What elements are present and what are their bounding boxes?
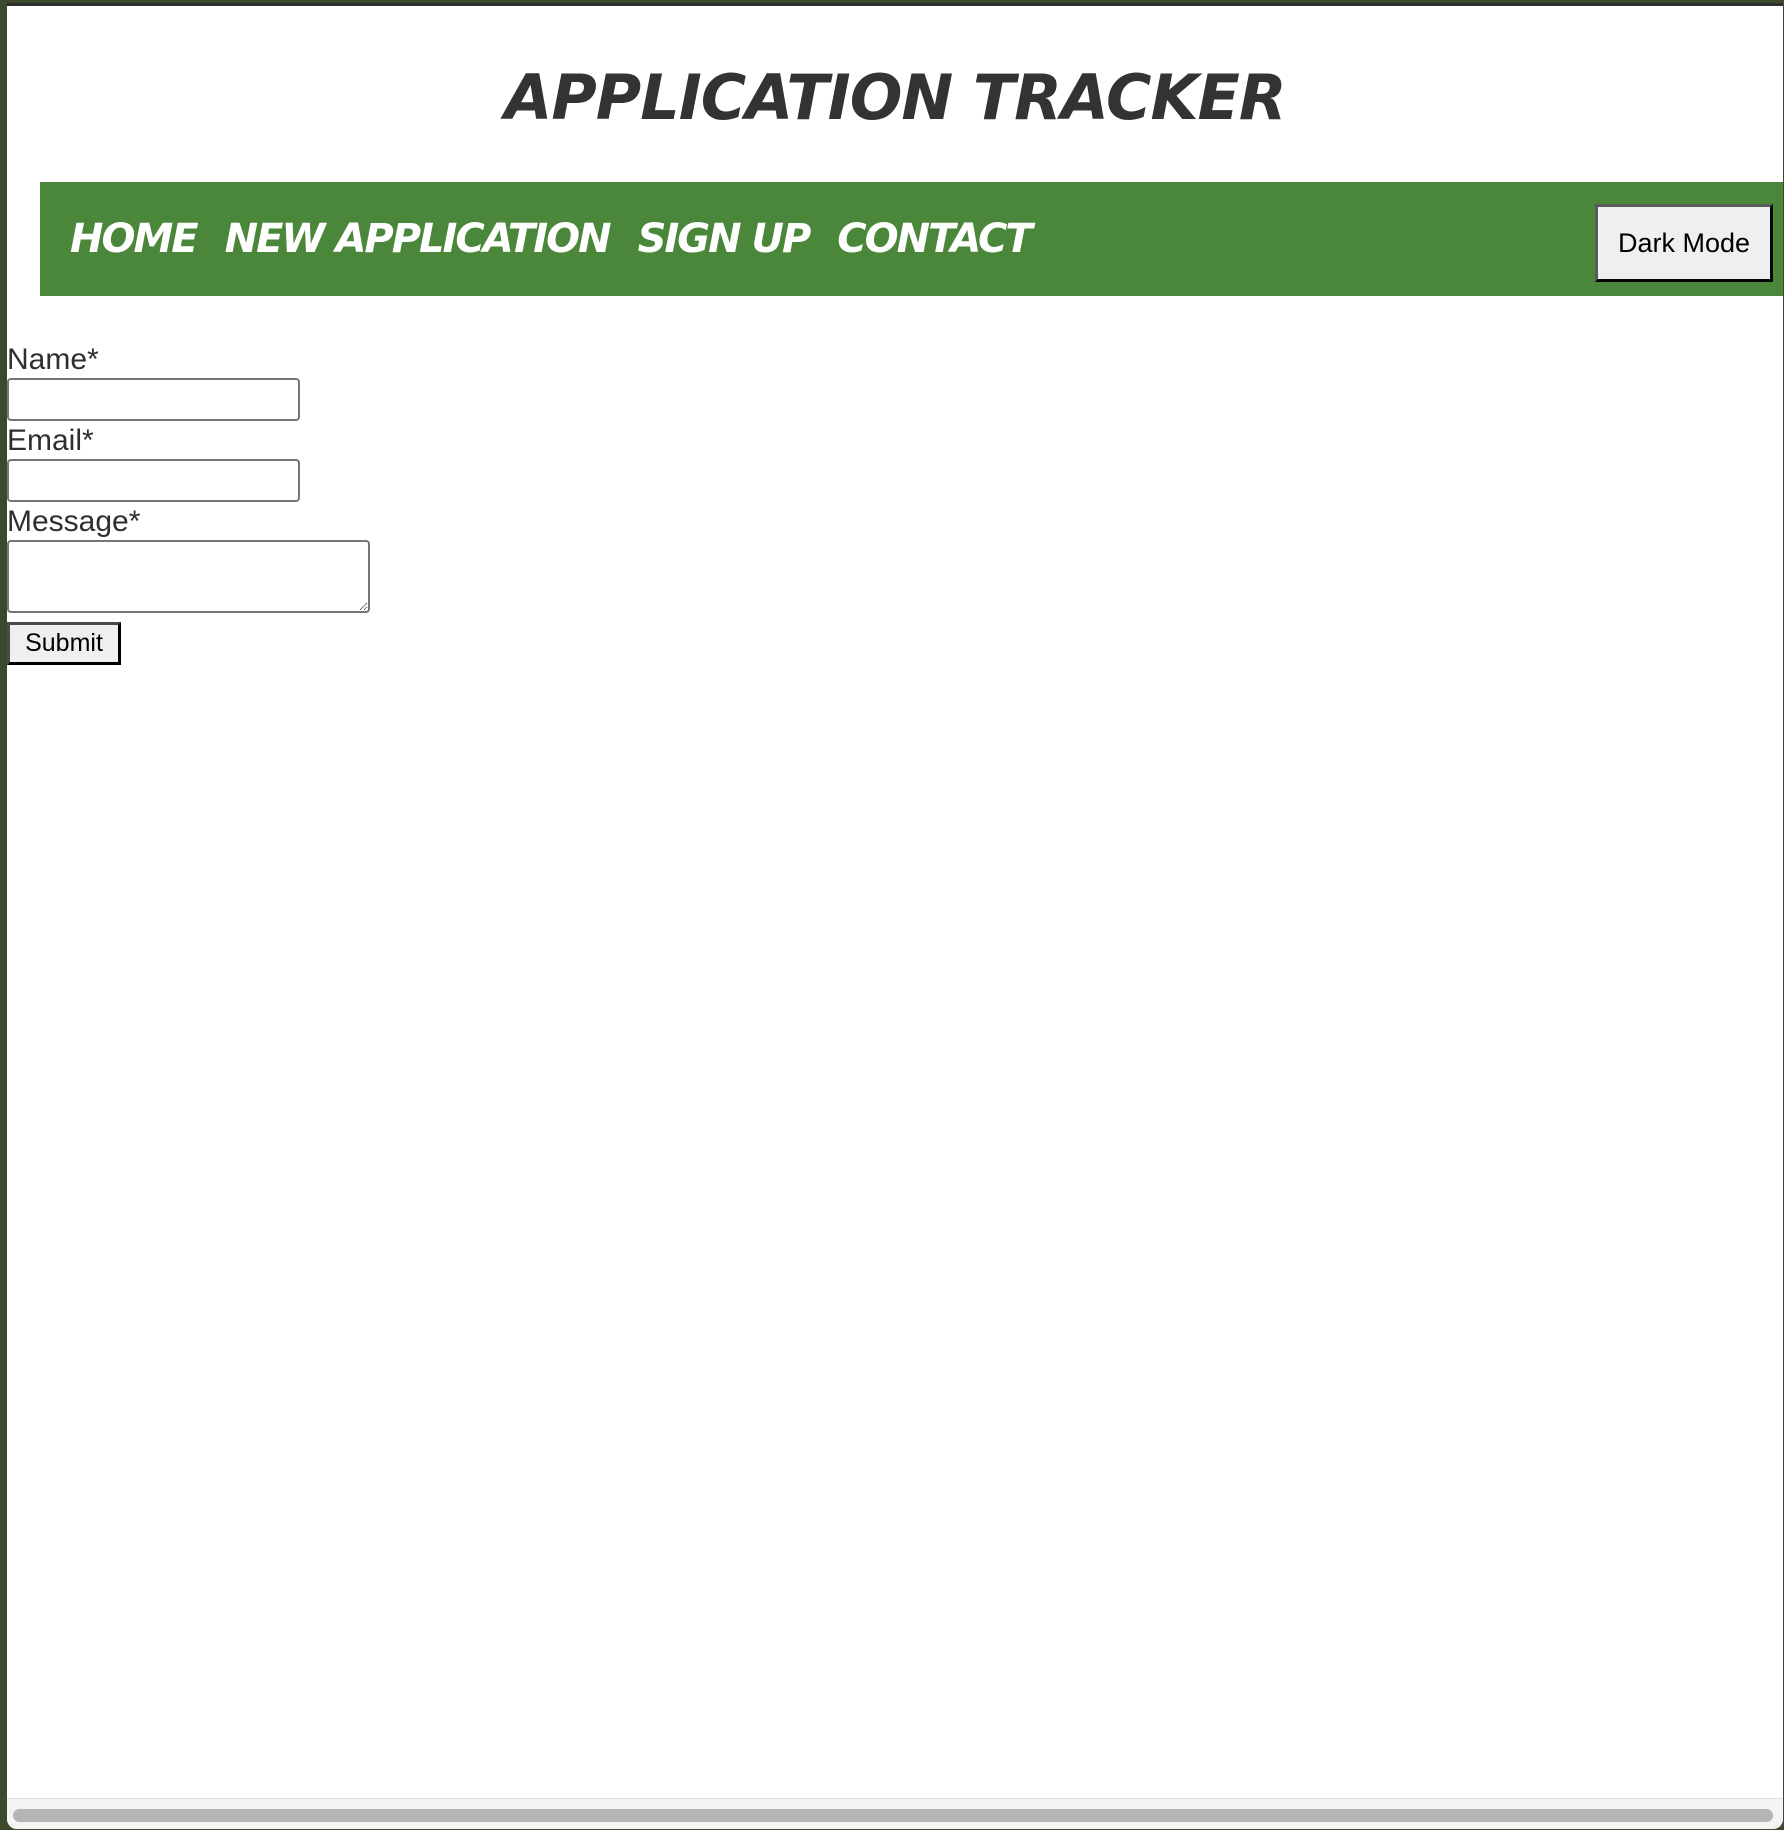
name-label: Name* <box>7 343 99 376</box>
horizontal-scrollbar-thumb[interactable] <box>13 1809 1773 1822</box>
submit-button[interactable]: Submit <box>7 622 121 665</box>
dark-mode-button[interactable]: Dark Mode <box>1595 204 1773 282</box>
message-field[interactable] <box>7 540 370 613</box>
page-title: Application Tracker <box>504 61 1286 134</box>
name-field[interactable] <box>7 378 300 421</box>
main-navbar: Home New Application Sign Up Contact Dar… <box>40 182 1783 296</box>
nav-link-home[interactable]: Home <box>70 216 199 262</box>
nav-link-contact[interactable]: Contact <box>837 216 1032 262</box>
nav-link-sign-up[interactable]: Sign Up <box>638 216 812 262</box>
nav-links: Home New Application Sign Up Contact <box>70 182 1033 296</box>
nav-link-new-application[interactable]: New Application <box>225 216 612 262</box>
browser-window: Application Tracker Home New Application… <box>7 3 1783 1829</box>
horizontal-scrollbar[interactable] <box>7 1798 1783 1829</box>
contact-form: Name* Email* Message* Submit <box>7 342 607 665</box>
email-label: Email* <box>7 424 94 457</box>
email-field[interactable] <box>7 459 300 502</box>
message-label: Message* <box>7 505 141 538</box>
